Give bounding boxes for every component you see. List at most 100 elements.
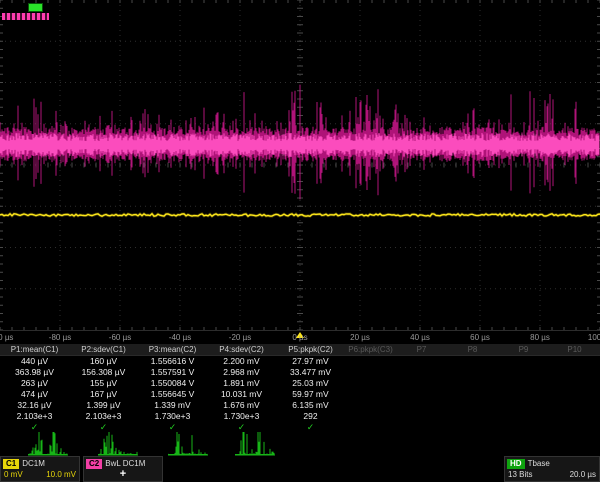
param-value: 1.399 µV: [69, 400, 138, 411]
histicon-P3[interactable]: [168, 430, 208, 456]
timebase-scale: 20.0 µs: [570, 469, 596, 480]
param-column-P4: P4:sdev(C2)2.200 mV2.968 mV1.891 mV10.03…: [207, 344, 276, 433]
plot-area: [0, 0, 600, 330]
time-label: -60 µs: [109, 333, 131, 342]
param-value: 59.97 mV: [276, 389, 345, 400]
param-value: 292: [276, 411, 345, 422]
param-value: 263 µV: [0, 378, 69, 389]
param-value: 1.730e+3: [207, 411, 276, 422]
param-value: [345, 400, 396, 411]
param-header-P5[interactable]: P5:pkpk(C2): [276, 344, 345, 356]
param-header-P1[interactable]: P1:mean(C1): [0, 344, 69, 356]
param-value: [498, 378, 549, 389]
time-label: 100 µs: [588, 333, 600, 342]
param-header-P7[interactable]: P7: [396, 344, 447, 356]
param-value: 2.200 mV: [207, 356, 276, 367]
param-header-P4[interactable]: P4:sdev(C2): [207, 344, 276, 356]
c2-position-marker[interactable]: +: [87, 469, 159, 480]
param-column-P1: P1:mean(C1)440 µV363.98 µV263 µV474 µV32…: [0, 344, 69, 433]
hd-badge: HD: [507, 459, 525, 469]
acquisition-status-chip: [28, 3, 43, 12]
param-value: [447, 378, 498, 389]
param-column-P5: P5:pkpk(C2)27.97 mV33.477 mV25.03 mV59.9…: [276, 344, 345, 433]
c1-offset: 0 mV: [4, 469, 23, 480]
time-label: -100 µs: [0, 333, 13, 342]
param-header-P6[interactable]: P6:pkpk(C3): [345, 344, 396, 356]
waveform-layer: [0, 0, 600, 330]
c1-vdiv: 10.0 mV: [46, 469, 76, 480]
param-value: [345, 356, 396, 367]
param-value: [447, 356, 498, 367]
param-value: [498, 411, 549, 422]
param-value: 1.557591 V: [138, 367, 207, 378]
param-column-P7: P7: [396, 344, 447, 433]
param-value: [549, 356, 600, 367]
param-value: 160 µV: [69, 356, 138, 367]
param-value: 10.031 mV: [207, 389, 276, 400]
param-value: [549, 378, 600, 389]
time-label: 60 µs: [470, 333, 490, 342]
param-column-P8: P8: [447, 344, 498, 433]
c2-descriptor[interactable]: C2 BwL DC1M +: [83, 456, 163, 482]
param-value: 27.97 mV: [276, 356, 345, 367]
param-column-P6: P6:pkpk(C3): [345, 344, 396, 433]
param-value: 1.339 mV: [138, 400, 207, 411]
param-value: [498, 367, 549, 378]
timebase-descriptor[interactable]: HD Tbase 13 Bits 20.0 µs: [504, 456, 600, 482]
param-value: 2.103e+3: [0, 411, 69, 422]
param-header-P9[interactable]: P9: [498, 344, 549, 356]
param-value: [345, 378, 396, 389]
param-value: 1.676 mV: [207, 400, 276, 411]
oscilloscope-screen: -100 µs-80 µs-60 µs-40 µs-20 µs0 µs20 µs…: [0, 0, 600, 480]
param-header-P3[interactable]: P3:mean(C2): [138, 344, 207, 356]
param-value: [396, 378, 447, 389]
param-value: 155 µV: [69, 378, 138, 389]
param-value: [498, 356, 549, 367]
c2-channel-chip[interactable]: C2: [86, 459, 102, 469]
param-value: [345, 367, 396, 378]
param-value: 167 µV: [69, 389, 138, 400]
c1-channel-chip[interactable]: C1: [3, 459, 19, 469]
time-label: -80 µs: [49, 333, 71, 342]
time-label: 20 µs: [350, 333, 370, 342]
param-value: [396, 389, 447, 400]
measure-histicons: [0, 430, 600, 456]
param-value: 33.477 mV: [276, 367, 345, 378]
param-value: 32.16 µV: [0, 400, 69, 411]
param-value: [447, 367, 498, 378]
param-header-P2[interactable]: P2:sdev(C1): [69, 344, 138, 356]
time-label: 40 µs: [410, 333, 430, 342]
histicon-P2[interactable]: [98, 430, 138, 456]
time-label: 80 µs: [530, 333, 550, 342]
param-value: 6.135 mV: [276, 400, 345, 411]
param-value: 1.550084 V: [138, 378, 207, 389]
param-value: [396, 367, 447, 378]
c1-coupling-badge: DC1M: [22, 459, 45, 468]
param-column-P10: P10: [549, 344, 600, 433]
param-value: [549, 411, 600, 422]
param-value: [498, 400, 549, 411]
time-axis: -100 µs-80 µs-60 µs-40 µs-20 µs0 µs20 µs…: [0, 330, 600, 345]
param-value: 440 µV: [0, 356, 69, 367]
histicon-P1[interactable]: [28, 430, 68, 456]
param-value: [498, 389, 549, 400]
param-header-P10[interactable]: P10: [549, 344, 600, 356]
descriptor-bar: C1 DC1M 0 mV 10.0 mV C2 BwL DC1M + HD Tb…: [0, 456, 600, 480]
param-value: [447, 389, 498, 400]
param-value: 363.98 µV: [0, 367, 69, 378]
param-value: 1.556645 V: [138, 389, 207, 400]
measure-table: P1:mean(C1)440 µV363.98 µV263 µV474 µV32…: [0, 344, 600, 433]
param-header-P8[interactable]: P8: [447, 344, 498, 356]
param-value: 1.891 mV: [207, 378, 276, 389]
param-value: [345, 411, 396, 422]
param-column-P3: P3:mean(C2)1.556616 V1.557591 V1.550084 …: [138, 344, 207, 433]
time-label: -20 µs: [229, 333, 251, 342]
param-value: 2.103e+3: [69, 411, 138, 422]
param-value: [396, 411, 447, 422]
histicon-P4[interactable]: [235, 430, 275, 456]
time-label: -40 µs: [169, 333, 191, 342]
param-value: 25.03 mV: [276, 378, 345, 389]
param-column-P2: P2:sdev(C1)160 µV156.308 µV155 µV167 µV1…: [69, 344, 138, 433]
c1-descriptor[interactable]: C1 DC1M 0 mV 10.0 mV: [0, 456, 80, 482]
param-value: 2.968 mV: [207, 367, 276, 378]
